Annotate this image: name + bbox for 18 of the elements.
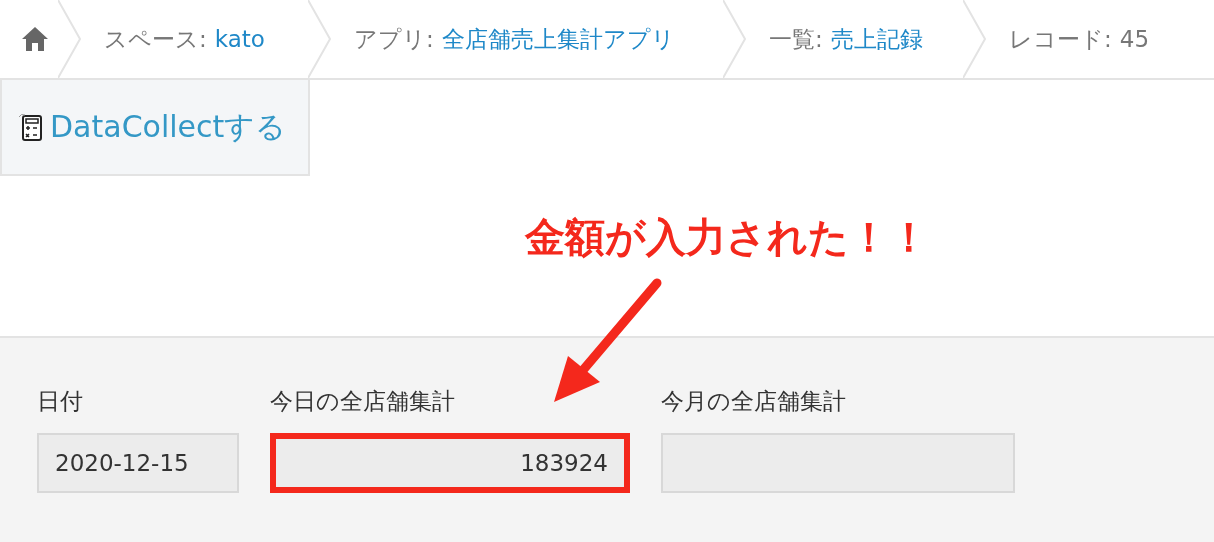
datacollect-button[interactable]: DataCollectする xyxy=(0,80,310,176)
annotation-text: 金額が入力された！！ xyxy=(525,213,929,262)
field-label: 今月の全店舗集計 xyxy=(661,387,847,416)
breadcrumb-link[interactable]: kato xyxy=(214,26,265,52)
breadcrumb-label: 一覧: xyxy=(769,24,823,54)
record-number: 45 xyxy=(1119,26,1150,52)
breadcrumb-label: レコード: xyxy=(1009,24,1112,54)
breadcrumb-link[interactable]: 売上記録 xyxy=(830,23,923,55)
input-field[interactable] xyxy=(661,433,1015,493)
field-label: 日付 xyxy=(37,387,84,416)
breadcrumb-label: スペース: xyxy=(104,24,207,54)
field-label: 今日の全店舗集計 xyxy=(270,387,456,416)
input-field[interactable]: 183924 xyxy=(270,433,630,493)
input-field[interactable]: 2020-12-15 xyxy=(37,433,239,493)
calculator-icon xyxy=(18,112,44,142)
breadcrumb-label: アプリ: xyxy=(354,24,434,54)
home-icon xyxy=(21,26,49,52)
breadcrumb-link[interactable]: 全店舗売上集計アプリ xyxy=(441,23,675,55)
